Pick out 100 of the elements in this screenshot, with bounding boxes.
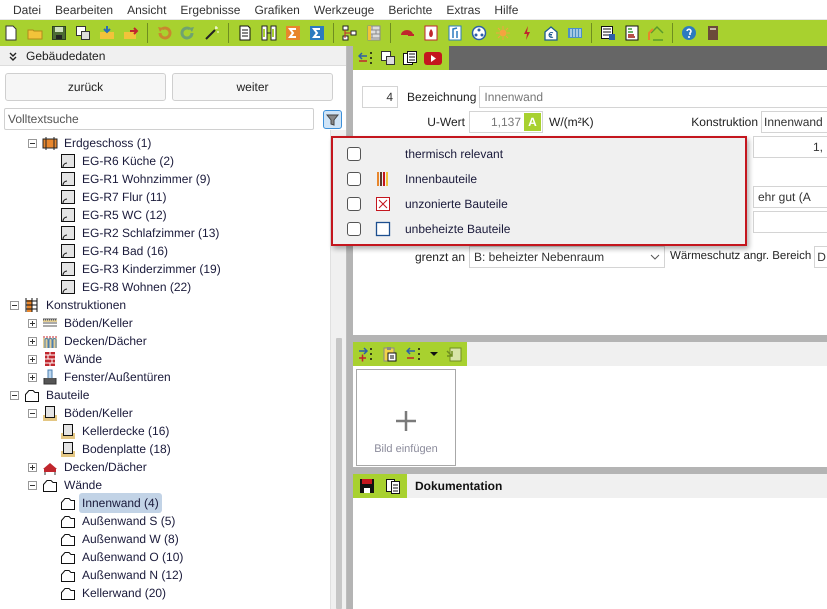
tree-item[interactable]: Außenwand O (10) bbox=[79, 547, 186, 567]
tree-item[interactable]: Decken/Dächer bbox=[61, 331, 150, 351]
collapse-toggle[interactable] bbox=[28, 480, 37, 490]
tree-item[interactable]: Kellerdecke (16) bbox=[79, 421, 172, 441]
tree-item[interactable]: EG-R4 Bad (16) bbox=[79, 241, 172, 261]
search-field[interactable]: Volltextsuche bbox=[4, 108, 314, 130]
export-image-icon[interactable] bbox=[446, 346, 462, 362]
filter-button[interactable] bbox=[323, 110, 342, 128]
help-icon[interactable] bbox=[681, 25, 697, 41]
brick-wall-icon[interactable] bbox=[366, 25, 382, 41]
menu-item[interactable]: thermisch relevant bbox=[405, 144, 504, 162]
tree-item[interactable]: Decken/Dächer bbox=[61, 457, 150, 477]
house-outline-icon bbox=[60, 585, 76, 601]
export-icon[interactable] bbox=[123, 25, 139, 41]
sigma-icon[interactable] bbox=[285, 25, 301, 41]
menu-item[interactable]: Berichte bbox=[381, 0, 440, 18]
adjacent-dropdown[interactable]: B: beheizter Nebenraum bbox=[469, 246, 665, 268]
tree-item[interactable]: Wände bbox=[61, 475, 106, 495]
checkbox[interactable] bbox=[347, 146, 361, 160]
caret-icon[interactable] bbox=[430, 352, 438, 356]
nav-button[interactable]: weiter bbox=[172, 73, 333, 101]
remove-column-icon[interactable] bbox=[406, 346, 422, 362]
tree-item[interactable]: Kellerwand (20) bbox=[79, 583, 170, 603]
save-icon[interactable] bbox=[359, 478, 375, 494]
tree-item[interactable]: Wände bbox=[61, 349, 106, 369]
nav-button[interactable]: zurück bbox=[5, 73, 166, 101]
new-file-icon[interactable] bbox=[3, 25, 19, 41]
tree-item[interactable]: Böden/Keller bbox=[61, 403, 136, 423]
tree-item[interactable]: EG-R1 Wohnzimmer (9) bbox=[79, 169, 214, 189]
tree-item[interactable]: Fenster/Außentüren bbox=[61, 367, 174, 387]
menu-item[interactable]: Innenbauteile bbox=[405, 170, 478, 188]
text-field[interactable] bbox=[753, 211, 827, 233]
checkbox[interactable] bbox=[347, 172, 361, 186]
swap-icon[interactable] bbox=[358, 50, 374, 66]
pages-icon[interactable] bbox=[385, 478, 401, 494]
tree-item[interactable]: EG-R5 WC (12) bbox=[79, 205, 170, 225]
collapse-toggle[interactable] bbox=[28, 408, 37, 418]
menu-item[interactable]: unzonierte Bauteile bbox=[405, 194, 508, 212]
field-label: U-Wert bbox=[426, 114, 465, 131]
add-column-icon[interactable] bbox=[358, 346, 374, 362]
tree-item[interactable]: Außenwand S (5) bbox=[79, 511, 178, 531]
menu-item[interactable]: Extras bbox=[439, 0, 488, 18]
collapse-toggle[interactable] bbox=[28, 138, 37, 148]
menu-item[interactable]: Ansicht bbox=[120, 0, 174, 18]
tree-item[interactable]: Böden/Keller bbox=[61, 313, 136, 333]
expand-toggle[interactable] bbox=[28, 372, 37, 382]
collapse-toggle[interactable] bbox=[10, 300, 19, 310]
menu-item[interactable]: Hilfe bbox=[487, 0, 526, 18]
checkbox[interactable] bbox=[347, 222, 361, 236]
video-play-icon[interactable] bbox=[424, 50, 442, 66]
document-stack-icon[interactable] bbox=[402, 50, 418, 66]
fan-icon[interactable] bbox=[471, 25, 487, 41]
report-icon[interactable] bbox=[600, 25, 616, 41]
tree-item[interactable]: Innenwand (4) bbox=[79, 493, 162, 513]
copy-icon[interactable] bbox=[380, 50, 396, 66]
energy-label-icon[interactable] bbox=[624, 25, 640, 41]
menu-item[interactable]: unbeheizte Bauteile bbox=[405, 220, 510, 238]
collapse-icon[interactable] bbox=[8, 50, 18, 60]
tree-item[interactable]: EG-R8 Wohnen (22) bbox=[79, 277, 194, 297]
name-field[interactable]: Innenwand bbox=[479, 86, 827, 108]
tree-item[interactable]: Außenwand W (8) bbox=[79, 529, 182, 549]
menu-item[interactable]: Bearbeiten bbox=[48, 0, 120, 18]
protection-field[interactable]: D bbox=[814, 246, 827, 268]
document-icon[interactable] bbox=[237, 25, 253, 41]
save-icon[interactable] bbox=[51, 25, 67, 41]
radiator-icon[interactable] bbox=[567, 25, 583, 41]
scrollbar-thumb[interactable] bbox=[336, 338, 342, 609]
construction-field[interactable]: Innenwand bbox=[761, 111, 827, 133]
expand-toggle[interactable] bbox=[28, 318, 37, 328]
tree-item[interactable]: EG-R6 Küche (2) bbox=[79, 151, 178, 171]
tree-item[interactable]: Bauteile bbox=[43, 385, 92, 405]
copy-icon[interactable] bbox=[75, 25, 91, 41]
checkbox[interactable] bbox=[347, 196, 361, 210]
house-euro-icon[interactable] bbox=[543, 25, 559, 41]
tree-item[interactable]: Außenwand N (12) bbox=[79, 565, 186, 585]
expand-toggle[interactable] bbox=[28, 462, 37, 472]
menu-item[interactable]: Ergebnisse bbox=[173, 0, 248, 18]
expand-toggle[interactable] bbox=[28, 336, 37, 346]
tree-item[interactable]: EG-R7 Flur (11) bbox=[79, 187, 170, 207]
hierarchy-icon[interactable] bbox=[342, 25, 358, 41]
tree-item[interactable]: EG-R2 Schlafzimmer (13) bbox=[79, 223, 222, 243]
menu-item[interactable]: Werkzeuge bbox=[306, 0, 382, 18]
exit-door-icon[interactable] bbox=[705, 25, 721, 41]
expand-toggle[interactable] bbox=[28, 354, 37, 364]
sigma-icon[interactable] bbox=[309, 25, 325, 41]
number-field[interactable]: 4 bbox=[362, 86, 398, 108]
text-field[interactable]: 1, bbox=[753, 136, 827, 158]
tree-item[interactable]: Erdgeschoss (1) bbox=[61, 133, 154, 153]
tree-item[interactable]: EG-R3 Kinderzimmer (19) bbox=[79, 259, 224, 279]
wand-icon[interactable] bbox=[204, 25, 220, 41]
tree-item[interactable]: Bodenplatte (18) bbox=[79, 439, 174, 459]
dropdown[interactable]: ehr gut (A bbox=[753, 186, 827, 208]
import-icon[interactable] bbox=[99, 25, 115, 41]
menu-item[interactable]: Datei bbox=[6, 0, 48, 18]
menu-item[interactable]: Grafiken bbox=[247, 0, 307, 18]
collapse-toggle[interactable] bbox=[10, 390, 19, 400]
clipboard-icon[interactable] bbox=[382, 346, 398, 362]
u-value-field[interactable]: 1,137 A bbox=[469, 111, 543, 133]
flame-icon[interactable] bbox=[423, 25, 439, 41]
tree-item[interactable]: Konstruktionen bbox=[43, 295, 130, 315]
